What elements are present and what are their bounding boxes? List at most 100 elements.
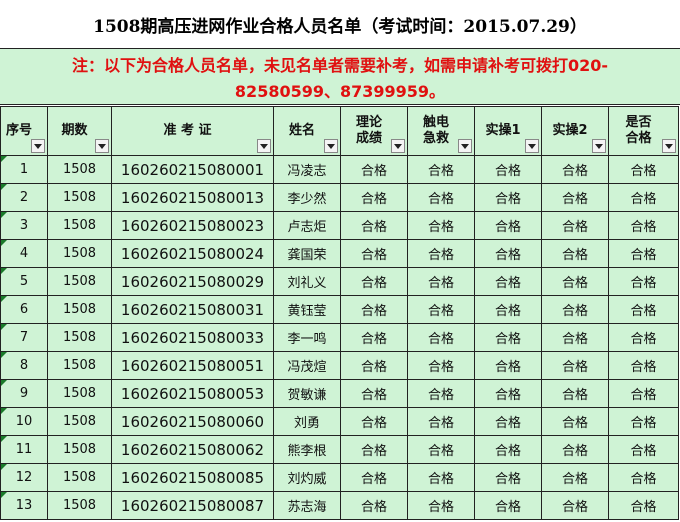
cell-no[interactable]: 11 (0, 435, 48, 464)
cell-name[interactable]: 刘灼威 (273, 463, 341, 492)
filter-dropdown-icon[interactable] (592, 139, 606, 153)
cell-practice1[interactable]: 合格 (474, 211, 542, 240)
cell-exam-id[interactable]: 160260215080053 (111, 379, 274, 408)
cell-practice1[interactable]: 合格 (474, 295, 542, 324)
cell-first-aid[interactable]: 合格 (407, 435, 475, 464)
cell-passed[interactable]: 合格 (608, 379, 679, 408)
cell-period[interactable]: 1508 (47, 351, 112, 380)
cell-first-aid[interactable]: 合格 (407, 379, 475, 408)
cell-passed[interactable]: 合格 (608, 351, 679, 380)
filter-dropdown-icon[interactable] (525, 139, 539, 153)
filter-dropdown-icon[interactable] (324, 139, 338, 153)
cell-first-aid[interactable]: 合格 (407, 295, 475, 324)
cell-first-aid[interactable]: 合格 (407, 239, 475, 268)
cell-name[interactable]: 李一鸣 (273, 323, 341, 352)
cell-practice2[interactable]: 合格 (541, 211, 609, 240)
cell-first-aid[interactable]: 合格 (407, 491, 475, 520)
cell-passed[interactable]: 合格 (608, 295, 679, 324)
cell-first-aid[interactable]: 合格 (407, 155, 475, 184)
cell-practice1[interactable]: 合格 (474, 239, 542, 268)
cell-passed[interactable]: 合格 (608, 267, 679, 296)
cell-first-aid[interactable]: 合格 (407, 211, 475, 240)
cell-period[interactable]: 1508 (47, 295, 112, 324)
cell-exam-id[interactable]: 160260215080031 (111, 295, 274, 324)
filter-dropdown-icon[interactable] (95, 139, 109, 153)
cell-practice1[interactable]: 合格 (474, 351, 542, 380)
cell-no[interactable]: 6 (0, 295, 48, 324)
cell-period[interactable]: 1508 (47, 183, 112, 212)
cell-exam-id[interactable]: 160260215080033 (111, 323, 274, 352)
cell-exam-id[interactable]: 160260215080013 (111, 183, 274, 212)
cell-name[interactable]: 冯凌志 (273, 155, 341, 184)
cell-practice2[interactable]: 合格 (541, 155, 609, 184)
cell-passed[interactable]: 合格 (608, 155, 679, 184)
cell-period[interactable]: 1508 (47, 379, 112, 408)
cell-theory[interactable]: 合格 (340, 351, 408, 380)
cell-exam-id[interactable]: 160260215080001 (111, 155, 274, 184)
cell-practice2[interactable]: 合格 (541, 435, 609, 464)
cell-theory[interactable]: 合格 (340, 267, 408, 296)
cell-practice1[interactable]: 合格 (474, 183, 542, 212)
cell-no[interactable]: 9 (0, 379, 48, 408)
cell-first-aid[interactable]: 合格 (407, 351, 475, 380)
cell-practice2[interactable]: 合格 (541, 351, 609, 380)
cell-exam-id[interactable]: 160260215080060 (111, 407, 274, 436)
cell-theory[interactable]: 合格 (340, 211, 408, 240)
cell-passed[interactable]: 合格 (608, 323, 679, 352)
cell-practice2[interactable]: 合格 (541, 463, 609, 492)
filter-dropdown-icon[interactable] (31, 139, 45, 153)
cell-no[interactable]: 1 (0, 155, 48, 184)
cell-practice1[interactable]: 合格 (474, 323, 542, 352)
cell-first-aid[interactable]: 合格 (407, 267, 475, 296)
cell-practice2[interactable]: 合格 (541, 239, 609, 268)
cell-practice2[interactable]: 合格 (541, 379, 609, 408)
cell-passed[interactable]: 合格 (608, 435, 679, 464)
cell-passed[interactable]: 合格 (608, 239, 679, 268)
cell-period[interactable]: 1508 (47, 407, 112, 436)
cell-theory[interactable]: 合格 (340, 379, 408, 408)
cell-practice1[interactable]: 合格 (474, 407, 542, 436)
cell-period[interactable]: 1508 (47, 211, 112, 240)
cell-no[interactable]: 7 (0, 323, 48, 352)
cell-name[interactable]: 李少然 (273, 183, 341, 212)
cell-practice1[interactable]: 合格 (474, 267, 542, 296)
cell-exam-id[interactable]: 160260215080051 (111, 351, 274, 380)
cell-practice2[interactable]: 合格 (541, 323, 609, 352)
cell-name[interactable]: 卢志炬 (273, 211, 341, 240)
cell-first-aid[interactable]: 合格 (407, 407, 475, 436)
cell-name[interactable]: 黄钰莹 (273, 295, 341, 324)
cell-practice2[interactable]: 合格 (541, 491, 609, 520)
cell-theory[interactable]: 合格 (340, 435, 408, 464)
cell-theory[interactable]: 合格 (340, 155, 408, 184)
cell-theory[interactable]: 合格 (340, 463, 408, 492)
cell-exam-id[interactable]: 160260215080087 (111, 491, 274, 520)
cell-theory[interactable]: 合格 (340, 295, 408, 324)
cell-name[interactable]: 龚国荣 (273, 239, 341, 268)
filter-dropdown-icon[interactable] (257, 139, 271, 153)
cell-passed[interactable]: 合格 (608, 463, 679, 492)
cell-theory[interactable]: 合格 (340, 183, 408, 212)
cell-practice1[interactable]: 合格 (474, 379, 542, 408)
cell-passed[interactable]: 合格 (608, 491, 679, 520)
cell-no[interactable]: 3 (0, 211, 48, 240)
cell-passed[interactable]: 合格 (608, 407, 679, 436)
cell-name[interactable]: 刘礼义 (273, 267, 341, 296)
cell-no[interactable]: 4 (0, 239, 48, 268)
cell-practice1[interactable]: 合格 (474, 435, 542, 464)
cell-theory[interactable]: 合格 (340, 407, 408, 436)
cell-passed[interactable]: 合格 (608, 211, 679, 240)
cell-no[interactable]: 2 (0, 183, 48, 212)
cell-theory[interactable]: 合格 (340, 239, 408, 268)
cell-practice2[interactable]: 合格 (541, 295, 609, 324)
cell-first-aid[interactable]: 合格 (407, 463, 475, 492)
cell-period[interactable]: 1508 (47, 239, 112, 268)
cell-practice1[interactable]: 合格 (474, 491, 542, 520)
cell-no[interactable]: 13 (0, 491, 48, 520)
cell-exam-id[interactable]: 160260215080062 (111, 435, 274, 464)
cell-practice1[interactable]: 合格 (474, 463, 542, 492)
cell-name[interactable]: 贺敏谦 (273, 379, 341, 408)
cell-exam-id[interactable]: 160260215080029 (111, 267, 274, 296)
filter-dropdown-icon[interactable] (458, 139, 472, 153)
cell-passed[interactable]: 合格 (608, 183, 679, 212)
cell-practice2[interactable]: 合格 (541, 183, 609, 212)
